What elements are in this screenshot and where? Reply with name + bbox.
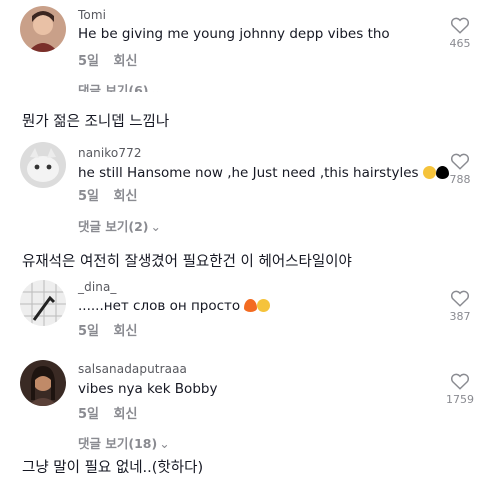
crying-face-emoji [422, 166, 436, 179]
view-replies-button[interactable]: 댓글 보기(2) ⌄ [78, 216, 161, 235]
comment-text: ......нет слов он просто [78, 298, 271, 314]
view-replies-label: 댓글 보기(18) [78, 436, 158, 451]
reply-button[interactable]: 회신 [114, 324, 138, 339]
reply-button[interactable]: 회신 [114, 407, 138, 422]
comment-time: 5일 [78, 407, 100, 422]
korean-caption: 유재석은 여전히 잘생겼어 필요한건 이 헤어스타일이야 [22, 254, 352, 270]
like-count: 387 [449, 310, 471, 323]
comment-username[interactable]: salsanadaputraaa [78, 362, 187, 376]
korean-caption: 뭔가 젊은 조니뎁 느낌나 [22, 114, 170, 130]
comment-time: 5일 [78, 324, 100, 339]
like-button[interactable]: 1759 [442, 372, 478, 406]
avatar[interactable] [20, 280, 66, 326]
like-button[interactable]: 387 [442, 289, 478, 323]
comment-meta: 5일 회신 [78, 50, 137, 69]
comment-meta: 5일 회신 [78, 403, 137, 422]
korean-caption: 그냥 말이 필요 없네..(핫하다) [22, 460, 204, 476]
comment-username[interactable]: naniko772 [78, 146, 142, 160]
view-replies-label: 댓글 보기(2) [78, 219, 149, 234]
avatar[interactable] [20, 6, 66, 52]
view-replies-label: 댓글 보기(6) [78, 83, 149, 92]
heart-outline-icon [450, 290, 470, 307]
chevron-down-icon: ⌄ [159, 436, 170, 451]
heart-eyes-emoji [257, 299, 271, 312]
comment-meta: 5일 회신 [78, 320, 137, 339]
comment-naniko772: naniko772 he still Hansome now ,he Just … [0, 140, 500, 235]
comment-time: 5일 [78, 54, 100, 69]
like-count: 788 [449, 173, 471, 186]
comment-tomi: Tomi He be giving me young johnny depp v… [0, 0, 500, 92]
view-replies-clip: 댓글 보기(6) ⌄ [0, 78, 500, 92]
comment-text-content: he still Hansome now ,he Just need ,this… [78, 165, 419, 181]
heart-outline-icon [450, 17, 470, 34]
comment-text-content: ......нет слов он просто [78, 298, 241, 314]
view-replies-button[interactable]: 댓글 보기(18) ⌄ [78, 433, 170, 452]
like-count: 465 [449, 37, 471, 50]
heart-outline-icon [450, 153, 470, 170]
comment-text: He be giving me young johnny depp vibes … [78, 26, 390, 42]
comment-salsanadaputraaa: salsanadaputraaa vibes nya kek Bobby 5일 … [0, 356, 500, 451]
like-count: 1759 [446, 393, 474, 406]
comment-username[interactable]: _dina_ [78, 280, 117, 294]
reply-button[interactable]: 회신 [114, 189, 138, 204]
chevron-down-icon: ⌄ [150, 219, 161, 234]
heart-outline-icon [450, 373, 470, 390]
comment-time: 5일 [78, 189, 100, 204]
like-button[interactable]: 788 [442, 152, 478, 186]
avatar[interactable] [20, 360, 66, 406]
reply-button[interactable]: 회신 [114, 54, 138, 69]
view-replies-button[interactable]: 댓글 보기(6) ⌄ [78, 80, 161, 92]
comment-username[interactable]: Tomi [78, 8, 106, 22]
avatar[interactable] [20, 142, 66, 188]
comment-text: vibes nya kek Bobby [78, 381, 218, 397]
fire-emoji [244, 299, 258, 312]
chevron-down-icon: ⌄ [150, 83, 161, 92]
like-button[interactable]: 465 [442, 16, 478, 50]
comment-dina: _dina_ ......нет слов он просто 5일 회신 38… [0, 278, 500, 339]
comment-meta: 5일 회신 [78, 185, 137, 204]
comment-text: he still Hansome now ,he Just need ,this… [78, 165, 449, 181]
